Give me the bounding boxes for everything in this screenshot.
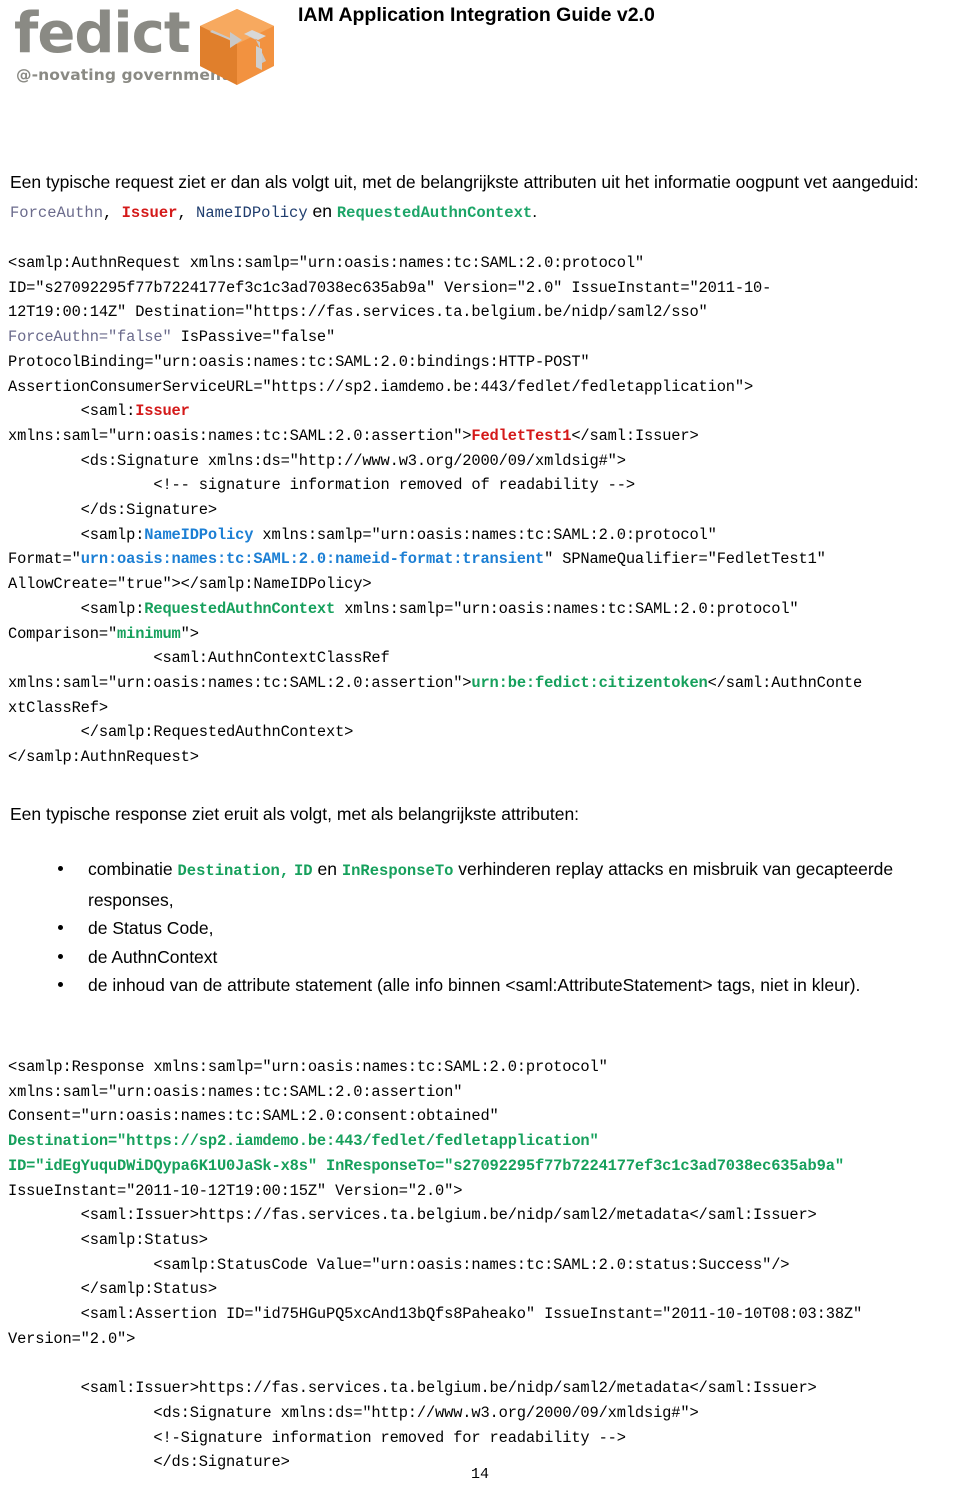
bullet-dot-icon bbox=[58, 953, 63, 959]
intro-conjunction: en bbox=[307, 201, 337, 221]
list-item: combinatie Destination, ID en InResponse… bbox=[10, 855, 958, 914]
code-token-requestedauthncontext: RequestedAuthnContext bbox=[144, 599, 336, 618]
intro-line-1: Een typische request ziet er dan als vol… bbox=[10, 172, 828, 192]
response-attributes-list: combinatie Destination, ID en InResponse… bbox=[10, 855, 958, 1000]
code-line: xmlns:saml="urn:oasis:names:tc:SAML:2.0:… bbox=[8, 673, 472, 692]
code-line: <samlp:Status> bbox=[8, 1230, 208, 1249]
code-line: xtClassRef> bbox=[8, 698, 108, 717]
code-line: <saml:Assertion ID="id75HGuPQ5xcAnd13bQf… bbox=[8, 1305, 863, 1324]
code-line: <!-Signature information removed for rea… bbox=[8, 1428, 626, 1447]
code-line: <samlp: bbox=[8, 525, 145, 544]
code-line: AllowCreate="true"></samlp:NameIDPolicy> bbox=[8, 575, 372, 594]
code-token-citizentoken: urn:be:fedict:citizentoken bbox=[471, 673, 708, 692]
code-line: <samlp:Response xmlns:samlp="urn:oasis:n… bbox=[8, 1058, 608, 1076]
code-line: "> bbox=[180, 624, 199, 643]
intro-sep-2: , bbox=[177, 204, 197, 222]
code-line: <ds:Signature xmlns:ds="http://www.w3.or… bbox=[8, 1403, 699, 1422]
code-line: 12T19:00:14Z" Destination="https://fas.s… bbox=[8, 303, 708, 322]
code-line: Consent="urn:oasis:names:tc:SAML:2.0:con… bbox=[8, 1107, 499, 1126]
code-token-fedlettest1: FedletTest1 bbox=[471, 426, 572, 445]
code-line: IssueInstant="2011-10-12T19:00:15Z" Vers… bbox=[8, 1181, 463, 1200]
code-line: Comparison=" bbox=[8, 624, 118, 643]
bullet-text: de Status Code, bbox=[88, 918, 214, 938]
code-token-minimum: minimum bbox=[117, 624, 181, 643]
intro-sep-1: , bbox=[103, 204, 122, 222]
code-line: IsPassive="false" bbox=[171, 328, 336, 347]
code-token-forceauthn: ForceAuthn="false" bbox=[8, 328, 172, 347]
bullet-dot-icon bbox=[58, 925, 63, 930]
term-requestedauthncontext: RequestedAuthnContext bbox=[336, 204, 533, 222]
saml-authnrequest-code-block: <samlp:AuthnRequest xmlns:samlp="urn:oas… bbox=[8, 251, 862, 770]
intro-paragraph: Een typische request ziet er dan als vol… bbox=[10, 168, 958, 228]
logo-wordmark: fedict bbox=[14, 1, 191, 66]
code-line: <samlp: bbox=[8, 599, 145, 618]
code-line: </saml:Issuer> bbox=[571, 426, 699, 445]
code-line: <saml:AuthnContextClassRef bbox=[8, 649, 390, 668]
term-destination: Destination, bbox=[177, 862, 290, 880]
code-line: </samlp:Status> bbox=[8, 1280, 217, 1299]
term-inresponseto: InResponseTo bbox=[341, 862, 454, 880]
term-nameidpolicy: NameIDPolicy bbox=[196, 204, 308, 222]
list-item: de inhoud van de attribute statement (al… bbox=[10, 971, 958, 1000]
code-line: xmlns:samlp="urn:oasis:names:tc:SAML:2.0… bbox=[335, 599, 799, 618]
bullet-text: de AuthnContext bbox=[88, 946, 218, 967]
term-forceauthn: ForceAuthn bbox=[10, 204, 104, 222]
list-item: de AuthnContext bbox=[10, 943, 958, 972]
list-item: de Status Code, bbox=[10, 914, 958, 943]
code-line: <!-- signature information removed of re… bbox=[8, 476, 635, 495]
code-line: </ds:Signature> bbox=[8, 501, 217, 520]
intro-period: . bbox=[532, 201, 538, 221]
bullet-dot-icon bbox=[58, 866, 63, 871]
code-line: <samlp:StatusCode Value="urn:oasis:names… bbox=[8, 1255, 790, 1274]
code-line: Version="2.0"> bbox=[8, 1329, 136, 1348]
response-intro-paragraph: Een typische response ziet eruit als vol… bbox=[10, 804, 580, 824]
page-header: fedict @-novating government IAM Applica… bbox=[0, 0, 960, 92]
code-line: AssertionConsumerServiceURL="https://sp2… bbox=[8, 377, 754, 396]
code-line: <saml:Issuer>https://fas.services.ta.bel… bbox=[8, 1206, 817, 1225]
code-line: Format=" bbox=[8, 550, 81, 569]
code-token-destination: Destination="https://sp2.iamdemo.be:443/… bbox=[8, 1132, 599, 1151]
code-line: <saml:Issuer>https://fas.services.ta.bel… bbox=[8, 1379, 817, 1398]
code-line: ID="s27092295f77b7224177ef3c1c3ad7038ec6… bbox=[8, 278, 772, 297]
code-line: </samlp:AuthnRequest> bbox=[8, 748, 199, 767]
bullet-dot-icon bbox=[58, 982, 63, 987]
code-line: </saml:AuthnConte bbox=[707, 673, 863, 692]
orange-cube-logo-icon bbox=[200, 9, 274, 85]
term-id: ID bbox=[294, 862, 313, 880]
bullet-conjunction: en bbox=[312, 859, 342, 879]
code-line: xmlns:samlp="urn:oasis:names:tc:SAML:2.0… bbox=[253, 525, 717, 544]
saml-response-code-block: <samlp:Response xmlns:samlp="urn:oasis:n… bbox=[8, 1055, 862, 1475]
code-line: </samlp:RequestedAuthnContext> bbox=[8, 723, 354, 742]
page-number: 14 bbox=[470, 1466, 489, 1483]
code-line: <samlp:AuthnRequest xmlns:samlp="urn:oas… bbox=[8, 254, 645, 272]
code-token-nameid-format: urn:oasis:names:tc:SAML:2.0:nameid-forma… bbox=[80, 550, 545, 569]
bullet-text: de inhoud van de attribute statement (al… bbox=[88, 975, 861, 995]
code-token-nameidpolicy: NameIDPolicy bbox=[144, 525, 254, 544]
term-issuer: Issuer bbox=[121, 204, 178, 222]
bullet-text-prefix: combinatie bbox=[88, 859, 178, 879]
code-line: <saml: bbox=[8, 402, 136, 421]
code-line: xmlns:saml="urn:oasis:names:tc:SAML:2.0:… bbox=[8, 1082, 463, 1101]
intro-line-2-prefix: aangeduid: bbox=[832, 172, 919, 192]
code-token-issuer: Issuer bbox=[135, 402, 190, 421]
code-line: " SPNameQualifier="FedletTest1" bbox=[544, 550, 826, 569]
code-line: xmlns:saml="urn:oasis:names:tc:SAML:2.0:… bbox=[8, 426, 472, 445]
code-token-id-inresponseto: ID="idEgYuquDWiDQypa6K1U0JaSk-x8s" InRes… bbox=[8, 1156, 844, 1175]
code-line: <ds:Signature xmlns:ds="http://www.w3.or… bbox=[8, 451, 626, 470]
fedict-logo: fedict @-novating government bbox=[8, 4, 283, 88]
code-line: ProtocolBinding="urn:oasis:names:tc:SAML… bbox=[8, 352, 590, 371]
document-title: IAM Application Integration Guide v2.0 bbox=[298, 4, 655, 26]
